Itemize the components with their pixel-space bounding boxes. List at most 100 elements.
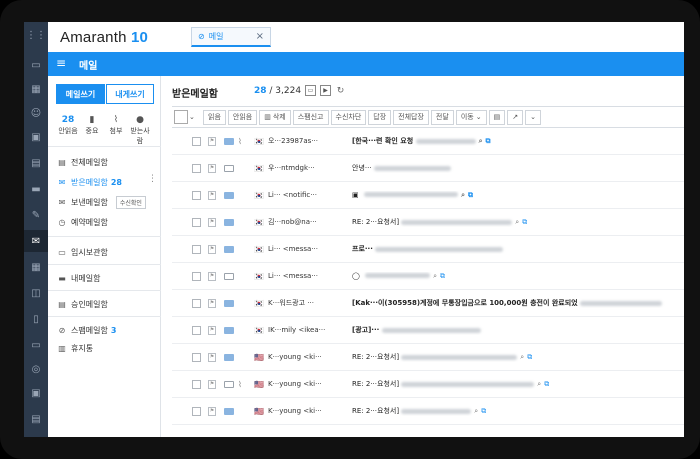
flag-icon[interactable]: ⚑	[208, 136, 216, 146]
mail-row[interactable]: ⚑ 🇺🇸 K···young <ki··· RE: 2···요청서] ⌕ ⧉	[172, 344, 684, 371]
folder-approval[interactable]: ▤ 승인메일함	[56, 296, 108, 312]
search-icon[interactable]: ⌕	[515, 218, 519, 226]
row-checkbox[interactable]	[192, 244, 201, 254]
pen-icon[interactable]: ✎	[28, 208, 44, 222]
folder-all[interactable]: ▤ 전체메일함	[56, 154, 108, 170]
flag-icon[interactable]: ⚑	[208, 190, 216, 200]
link-icon[interactable]: ⧉	[468, 191, 473, 199]
flag-icon[interactable]: ⚑	[208, 325, 216, 335]
folder-sent[interactable]: ✉ 보낸메일함 수신확인	[56, 194, 146, 210]
quick-unread[interactable]: 28 안읽음	[57, 114, 79, 136]
more-options-icon[interactable]: ⋮	[148, 174, 157, 184]
calendar-icon[interactable]: ▦	[28, 260, 44, 274]
preview-icon[interactable]: ▭	[305, 85, 316, 96]
settings-icon[interactable]: ◎	[28, 362, 44, 376]
flag-icon[interactable]: ⚑	[208, 379, 216, 389]
subject[interactable]: RE: 2···요청서] ⌕ ⧉	[352, 217, 684, 227]
subject[interactable]: 안녕···	[352, 163, 684, 173]
monitor-icon[interactable]: ▭	[28, 58, 44, 72]
flag-icon[interactable]: ⚑	[208, 406, 216, 416]
subject[interactable]: [한국···련 확인 요청 ⌕ ⧉	[352, 136, 684, 146]
mail-row[interactable]: ⚑ 🇰🇷 김···nob@na··· RE: 2···요청서] ⌕ ⧉	[172, 209, 684, 236]
row-checkbox[interactable]	[192, 217, 201, 227]
subject[interactable]: ◯ ⌕ ⧉	[352, 272, 684, 281]
reply-button[interactable]: 답장	[368, 109, 392, 125]
link-icon[interactable]: ⧉	[440, 272, 445, 280]
note-icon[interactable]: ▯	[28, 312, 44, 326]
refresh-icon[interactable]: ↻	[335, 85, 346, 96]
subject[interactable]: ▣ ⌕ ⧉	[352, 191, 684, 200]
tab-mail[interactable]: ⊘ 메일 ×	[191, 27, 271, 47]
mail-icon[interactable]: ✉	[24, 230, 48, 252]
row-checkbox[interactable]	[192, 190, 201, 200]
report-spam-button[interactable]: 스팸신고	[292, 109, 329, 125]
mail-row[interactable]: ⚑ 🇰🇷 IK···mily <ikea··· [광고]···	[172, 317, 684, 344]
mark-unread-button[interactable]: 안읽음	[227, 109, 258, 125]
close-icon[interactable]: ×	[256, 31, 264, 42]
row-checkbox[interactable]	[192, 406, 201, 416]
mail-row[interactable]: ⚑ 🇺🇸 K···young <ki··· RE: 2···요청서] ⌕ ⧉	[172, 398, 684, 425]
folder-inbox[interactable]: ✉ 받은메일함 28	[56, 174, 122, 190]
subject[interactable]: RE: 2···요청서] ⌕ ⧉	[352, 379, 684, 389]
link-icon[interactable]: ⧉	[481, 407, 486, 415]
flag-icon[interactable]: ⚑	[208, 163, 216, 173]
report-icon[interactable]: ▣	[28, 386, 44, 400]
print-icon[interactable]: ▤	[28, 412, 44, 426]
move-button[interactable]: 이동 ⌄	[455, 109, 487, 125]
link-icon[interactable]: ⧉	[522, 218, 527, 226]
building-icon[interactable]: ▤	[28, 156, 44, 170]
subject[interactable]: 프로···	[352, 244, 684, 254]
subject[interactable]: [광고]···	[352, 325, 684, 335]
mail-row[interactable]: ⚑ 🇰🇷 K···워드광고 ··· [Kak···이(305958)계정에 무통장입금…	[172, 290, 684, 317]
row-checkbox[interactable]	[192, 379, 201, 389]
print-button[interactable]: ▤	[488, 109, 506, 125]
hamburger-icon[interactable]: ≡	[56, 57, 68, 69]
search-icon[interactable]: ⌕	[520, 353, 524, 361]
row-checkbox[interactable]	[192, 271, 201, 281]
read-receipt-button[interactable]: 수신확인	[115, 195, 146, 209]
link-icon[interactable]: ⧉	[544, 380, 549, 388]
grid-icon[interactable]: ⋮⋮	[26, 28, 46, 42]
row-checkbox[interactable]	[192, 136, 201, 146]
mark-read-button[interactable]: 읽음	[203, 109, 226, 125]
board-icon[interactable]: ▭	[28, 338, 44, 352]
quick-recipient[interactable]: ● 받는사람	[129, 114, 151, 146]
row-checkbox[interactable]	[192, 163, 201, 173]
mail-row[interactable]: ⚑ 🇰🇷 우···ntmdgk··· 안녕···	[172, 155, 684, 182]
link-icon[interactable]: ⧉	[486, 137, 491, 145]
save-icon[interactable]: ▣	[28, 130, 44, 144]
quick-important[interactable]: ▮ 중요	[81, 114, 103, 136]
select-all-checkbox[interactable]	[174, 110, 188, 124]
flag-icon[interactable]: ⚑	[208, 244, 216, 254]
folder-drafts[interactable]: ▭ 임시보관함	[56, 244, 108, 260]
row-checkbox[interactable]	[192, 298, 201, 308]
link-icon[interactable]: ⧉	[527, 353, 532, 361]
reply-all-button[interactable]: 전체답장	[393, 109, 429, 125]
search-icon[interactable]: ⌕	[537, 380, 541, 388]
folder-spam[interactable]: ⊘ 스팸메일함 3	[56, 322, 117, 338]
search-icon[interactable]: ⌕	[479, 137, 483, 145]
mail-row[interactable]: ⚑ 🇰🇷 Li··· <messa··· ◯ ⌕ ⧉	[172, 263, 684, 290]
flag-icon[interactable]: ⚑	[208, 271, 216, 281]
flag-icon[interactable]: ⚑	[208, 298, 216, 308]
people-icon[interactable]: ☺	[28, 106, 44, 120]
search-icon[interactable]: ⌕	[433, 272, 437, 280]
mail-row[interactable]: ⚑ 🇰🇷 Li··· <notific··· ▣ ⌕ ⧉	[172, 182, 684, 209]
flag-icon[interactable]: ⚑	[208, 352, 216, 362]
chevron-down-icon[interactable]: ⌄	[189, 113, 199, 121]
write-mail-button[interactable]: 메일쓰기	[56, 84, 105, 104]
more-button[interactable]: ⌄	[525, 109, 541, 125]
row-checkbox[interactable]	[192, 352, 201, 362]
schedule-icon[interactable]: ◫	[28, 286, 44, 300]
mail-row[interactable]: ⚑ 🇰🇷 Li··· <messa··· 프로···	[172, 236, 684, 263]
folder-scheduled[interactable]: ◷ 예약메일함	[56, 214, 108, 230]
row-checkbox[interactable]	[192, 325, 201, 335]
folder-trash[interactable]: ▥ 휴지통	[56, 340, 93, 356]
delete-button[interactable]: ▥ 삭제	[259, 109, 291, 125]
calculator-icon[interactable]: ▦	[28, 82, 44, 96]
flag-icon[interactable]: ⚑	[208, 217, 216, 227]
block-sender-button[interactable]: 수신차단	[330, 109, 367, 125]
export-button[interactable]: ↗	[507, 109, 524, 125]
play-icon[interactable]: ▶	[320, 85, 331, 96]
drive-icon[interactable]: ▬	[28, 182, 44, 196]
